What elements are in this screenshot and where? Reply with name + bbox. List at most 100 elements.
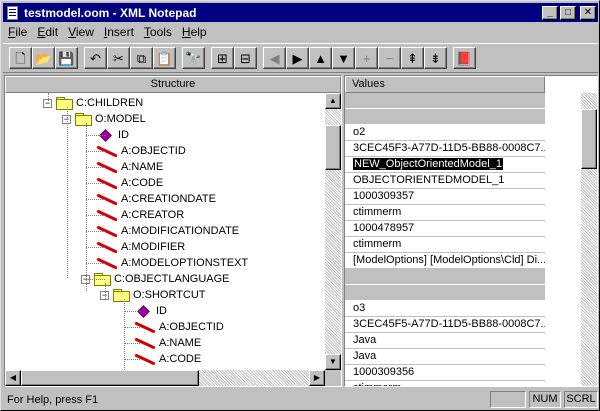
new-file-icon: 🗋	[15, 50, 26, 66]
value-text: o2	[353, 126, 366, 138]
collapse-button[interactable]: −	[378, 47, 401, 69]
close-button[interactable]: ✕	[580, 5, 596, 20]
tree-node-label: ID	[156, 305, 167, 317]
structure-vertical-scrollbar[interactable]: ▲ ▼	[325, 93, 341, 370]
values-pane[interactable]: Values o2 3CEC45F3-A77D-11D5-BB88-0008C7.…	[344, 75, 598, 387]
value-cell[interactable]	[345, 285, 545, 301]
horizontal-scroll-thumb[interactable]	[21, 370, 199, 386]
menu-view[interactable]: View	[63, 25, 99, 39]
move-right-icon: ▶	[292, 50, 303, 66]
value-cell[interactable]	[345, 93, 545, 109]
values-scroll-thumb[interactable]	[581, 109, 597, 169]
value-cell[interactable]: ctimmerm	[345, 237, 545, 253]
value-cell[interactable]: ctimmerm	[345, 381, 545, 386]
tree-node[interactable]: − O:SHORTCUT	[100, 287, 206, 303]
value-text: [ModelOptions] [ModelOptions\Cld] Di...	[353, 254, 545, 266]
value-cell[interactable]: Java	[345, 333, 545, 349]
minimize-button[interactable]: _	[542, 5, 558, 20]
scroll-thumb[interactable]	[325, 125, 341, 170]
scroll-up-arrow-icon[interactable]: ▲	[325, 93, 341, 109]
scroll-left-arrow-icon[interactable]: ◀	[5, 370, 21, 386]
paste-button[interactable]: 📋	[153, 47, 176, 69]
cut-button[interactable]: ✂	[107, 47, 130, 69]
tree-node[interactable]: A:CREATIONDATE	[95, 191, 216, 207]
expand-button[interactable]: +	[355, 47, 378, 69]
collapse-all-icon: ⇟	[430, 50, 441, 66]
value-cell[interactable]: 3CEC45F5-A77D-11D5-BB88-0008C7...	[345, 317, 545, 333]
open-file-icon: 📂	[35, 50, 52, 66]
move-right-button[interactable]: ▶	[286, 47, 309, 69]
value-cell[interactable]: 3CEC45F3-A77D-11D5-BB88-0008C7...	[345, 141, 545, 157]
value-cell[interactable]	[345, 269, 545, 285]
tree-node[interactable]: − C:CHILDREN	[43, 95, 143, 111]
expand-icon: +	[362, 50, 371, 66]
scroll-down-arrow-icon[interactable]: ▼	[325, 354, 341, 370]
menu-edit[interactable]: Edit	[32, 25, 63, 39]
move-down-button[interactable]: ▼	[332, 47, 355, 69]
value-cell[interactable]: ctimmerm	[345, 205, 545, 221]
value-cell[interactable]: [ModelOptions] [ModelOptions\Cld] Di...	[345, 253, 545, 269]
tree-node-label: A:MODIFICATIONDATE	[121, 225, 240, 237]
value-text: Java	[353, 350, 377, 362]
collapse-all-button[interactable]: ⇟	[424, 47, 447, 69]
tree-node[interactable]: − O:MODEL	[62, 111, 146, 127]
paste-icon: 📋	[156, 50, 173, 66]
scroll-right-arrow-icon[interactable]: ▶	[309, 370, 325, 386]
menu-help[interactable]: Help	[177, 25, 212, 39]
tree-node-label: A:OBJECTID	[159, 321, 224, 333]
find-button[interactable]: 🔭	[182, 47, 205, 69]
xml-notepad-app-icon[interactable]	[5, 5, 21, 21]
value-text: 1000309356	[353, 366, 415, 378]
insert-element-button[interactable]: ⊞	[211, 47, 234, 69]
value-cell[interactable]: Java	[345, 349, 545, 365]
value-text: ctimmerm	[353, 238, 402, 250]
value-cell[interactable]	[345, 109, 545, 125]
structure-horizontal-scrollbar[interactable]: ◀ ▶	[5, 370, 325, 386]
tree-node[interactable]: A:MODIFIER	[95, 239, 185, 255]
insert-element-icon: ⊞	[217, 50, 228, 66]
expand-all-icon: ⇞	[407, 50, 418, 66]
copy-button[interactable]: ⧉	[130, 47, 153, 69]
tree-node[interactable]: A:CODE	[133, 351, 201, 367]
status-text: For Help, press F1	[7, 393, 99, 406]
value-cell[interactable]: 1000309357	[345, 189, 545, 205]
tree-node[interactable]: A:NAME	[133, 335, 201, 351]
tree-node[interactable]: A:OBJECTID	[95, 143, 186, 159]
value-cell[interactable]: 1000478957	[345, 221, 545, 237]
undo-button[interactable]: ↶	[84, 47, 107, 69]
move-left-button[interactable]: ◀	[263, 47, 286, 69]
new-file-button[interactable]: 🗋	[9, 47, 32, 69]
value-cell[interactable]: o2	[345, 125, 545, 141]
structure-tree[interactable]: − C:CHILDREN − O:MODEL ID A:OBJECTID A:NAME A:C…	[5, 93, 325, 370]
tree-node[interactable]: A:NAME	[95, 159, 163, 175]
tree-node[interactable]: A:CREATOR	[95, 207, 184, 223]
value-cell[interactable]: OBJECTORIENTEDMODEL_1	[345, 173, 545, 189]
save-file-button[interactable]: 💾	[55, 47, 78, 69]
values-vertical-scrollbar[interactable]	[581, 93, 597, 386]
folder-icon	[56, 97, 73, 110]
save-file-icon: 💾	[58, 50, 75, 66]
help-book-button[interactable]: 📕	[453, 47, 476, 69]
tree-node-label: A:CODE	[159, 353, 202, 365]
value-cell[interactable]: o3	[345, 301, 545, 317]
value-cell[interactable]: 1000309356	[345, 365, 545, 381]
expand-all-button[interactable]: ⇞	[401, 47, 424, 69]
values-column-header[interactable]: Values	[345, 76, 545, 93]
maximize-button[interactable]: □	[560, 5, 576, 20]
tree-node-label: O:MODEL	[95, 113, 146, 125]
menu-tools[interactable]: Tools	[139, 25, 177, 39]
insert-child-button[interactable]: ⊟	[234, 47, 257, 69]
tree-node[interactable]: A:MODIFICATIONDATE	[95, 223, 239, 239]
move-up-button[interactable]: ▲	[309, 47, 332, 69]
values-list[interactable]: o2 3CEC45F3-A77D-11D5-BB88-0008C7... NEW_O…	[345, 93, 581, 386]
tree-node[interactable]: A:MODELOPTIONSTEXT	[95, 255, 248, 271]
title-bar[interactable]: testmodel.oom - XML Notepad _ □ ✕	[3, 3, 598, 22]
structure-column-header[interactable]: Structure	[5, 76, 341, 93]
menu-insert[interactable]: Insert	[99, 25, 139, 39]
value-cell[interactable]: NEW_ObjectOrientedModel_1	[345, 157, 545, 173]
structure-pane[interactable]: Structure − C:CHILDREN − O:MODEL ID A:OBJECTI…	[4, 75, 342, 387]
menu-file[interactable]: File	[3, 25, 32, 39]
tree-node[interactable]: A:OBJECTID	[133, 319, 224, 335]
tree-node[interactable]: A:CODE	[95, 175, 163, 191]
open-file-button[interactable]: 📂	[32, 47, 55, 69]
